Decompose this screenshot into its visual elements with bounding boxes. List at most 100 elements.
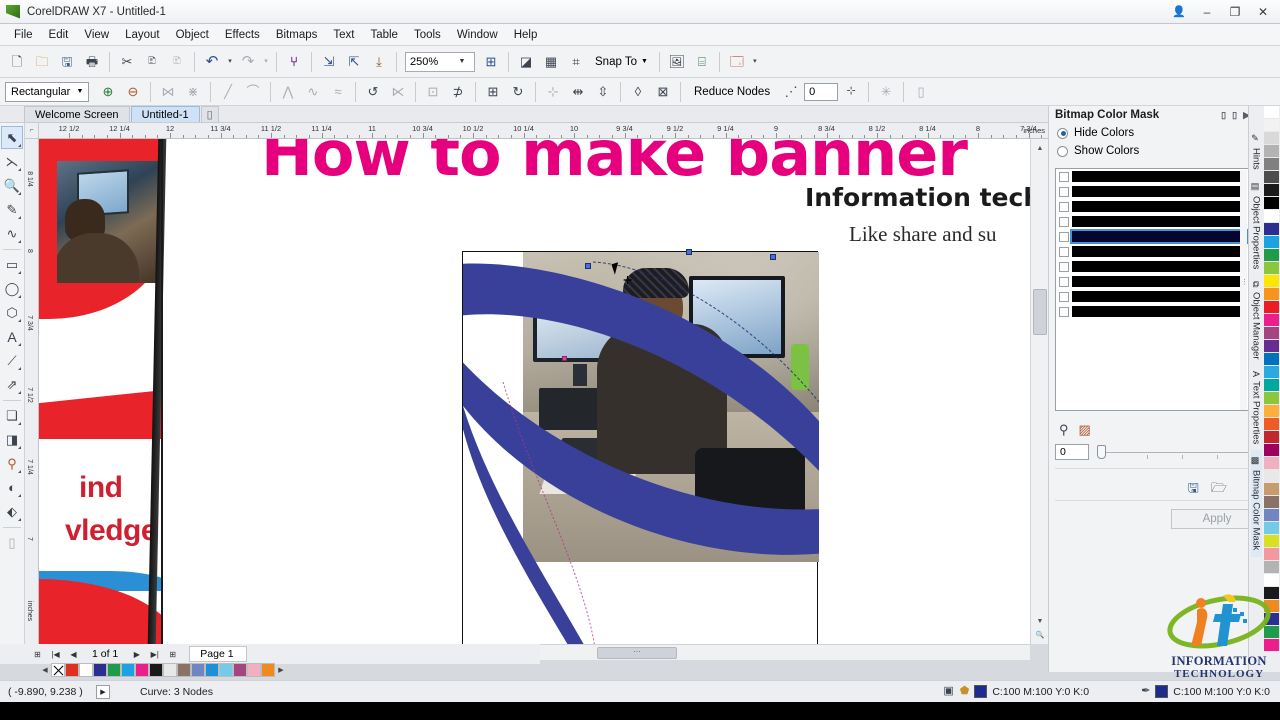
selected-artwork-frame[interactable]: ✛: [462, 249, 819, 644]
color-mask-checkbox[interactable]: [1059, 291, 1069, 302]
pick-tool[interactable]: ⬉: [1, 126, 23, 149]
color-eyedropper-tool[interactable]: ⚲: [1, 452, 23, 475]
smart-fill-tool[interactable]: ⬖: [1, 500, 23, 523]
save-mask-icon[interactable]: 🖫: [1188, 481, 1199, 494]
outline-color-swatch[interactable]: [1155, 685, 1169, 698]
tab-welcome-screen[interactable]: Welcome Screen: [24, 106, 130, 122]
color-mask-checkbox[interactable]: [1059, 276, 1069, 287]
transparency-tool[interactable]: ◨: [1, 428, 23, 451]
node-spinner[interactable]: ⊹: [839, 80, 863, 104]
vertical-palette-swatch[interactable]: [1264, 366, 1279, 379]
vertical-palette-swatch[interactable]: [1264, 587, 1279, 600]
vertical-palette-swatch[interactable]: [1264, 210, 1279, 223]
rotate-nodes-button[interactable]: ↻: [506, 80, 530, 104]
add-tab-button[interactable]: ▯: [200, 106, 219, 122]
color-list-scrollbar[interactable]: ⋮: [1240, 170, 1248, 410]
color-mask-swatch[interactable]: [1072, 291, 1247, 302]
vertical-palette-swatch[interactable]: [1264, 340, 1279, 353]
palette-prev-button[interactable]: ◀: [39, 663, 51, 677]
color-mask-list[interactable]: ⋮: [1055, 168, 1249, 411]
artistic-media-tool[interactable]: ∿: [1, 222, 23, 245]
docker-tab-text-properties[interactable]: A Text Properties: [1251, 365, 1262, 450]
add-node-button[interactable]: ⊕: [96, 80, 120, 104]
convert-to-line-button[interactable]: ╱: [216, 80, 240, 104]
drawing-canvas[interactable]: ind vledge How to make banner Informatio…: [39, 139, 1048, 644]
curve-node-top-right[interactable]: [770, 254, 776, 260]
palette-swatch[interactable]: [219, 663, 233, 677]
show-colors-option[interactable]: Show Colors: [1049, 142, 1254, 160]
undo-button[interactable]: ↶: [200, 50, 224, 74]
tolerance-slider[interactable]: [1097, 444, 1249, 460]
close-curve-button[interactable]: ⊅: [446, 80, 470, 104]
zoom-tool[interactable]: 🔍: [1, 174, 23, 197]
close-button[interactable]: ✕: [1250, 2, 1276, 22]
menu-file[interactable]: File: [6, 26, 41, 44]
color-mask-swatch[interactable]: [1072, 201, 1247, 212]
color-mask-row[interactable]: [1056, 304, 1248, 319]
color-mask-swatch[interactable]: [1072, 186, 1247, 197]
minimize-button[interactable]: –: [1194, 2, 1220, 22]
vertical-palette-swatch[interactable]: [1264, 561, 1279, 574]
import-button[interactable]: ⇲: [317, 50, 341, 74]
tagline-text[interactable]: Like share and su: [849, 222, 997, 247]
fill-color-swatch[interactable]: [974, 685, 988, 698]
reflect-vertical-button[interactable]: ⇳: [591, 80, 615, 104]
menu-window[interactable]: Window: [449, 26, 506, 44]
open-document-button[interactable]: 🗀: [30, 50, 54, 74]
vertical-palette-swatch[interactable]: [1264, 457, 1279, 470]
node-tracking-button[interactable]: ✳: [874, 80, 898, 104]
reduce-nodes-label[interactable]: Reduce Nodes: [686, 86, 778, 98]
color-mask-swatch[interactable]: [1070, 229, 1248, 244]
color-mask-row[interactable]: [1056, 184, 1248, 199]
application-launcher-icon[interactable]: ⌸: [690, 50, 714, 74]
color-mask-checkbox[interactable]: [1059, 171, 1069, 182]
chevron-down-icon[interactable]: ▼: [72, 88, 88, 95]
color-mask-row[interactable]: [1056, 229, 1248, 244]
open-mask-icon[interactable]: 🗁: [1211, 481, 1227, 494]
menu-layout[interactable]: Layout: [117, 26, 168, 44]
tab-untitled-1[interactable]: Untitled-1: [130, 106, 200, 122]
color-mask-row[interactable]: [1056, 169, 1248, 184]
vertical-palette-swatch[interactable]: [1264, 639, 1279, 652]
vertical-palette-swatch[interactable]: [1264, 288, 1279, 301]
color-mask-row[interactable]: [1056, 214, 1248, 229]
vertical-palette-swatch[interactable]: [1264, 509, 1279, 522]
vertical-palette-swatch[interactable]: [1264, 626, 1279, 639]
next-page-button[interactable]: ▶: [129, 647, 144, 662]
add-page-end-button[interactable]: ⊞: [165, 647, 180, 662]
restore-button[interactable]: ❐: [1222, 2, 1248, 22]
object-properties-button[interactable]: ▯: [909, 80, 933, 104]
zoom-levels-icon[interactable]: ⊞: [479, 50, 503, 74]
docker-tab-object-manager[interactable]: ⧉ Object Manager: [1251, 275, 1262, 365]
menu-help[interactable]: Help: [506, 26, 546, 44]
vertical-palette-swatch[interactable]: [1264, 132, 1279, 145]
color-mask-swatch[interactable]: [1072, 171, 1247, 182]
align-nodes-button[interactable]: ⊹: [541, 80, 565, 104]
color-mask-row[interactable]: [1056, 199, 1248, 214]
blue-swoosh-curve[interactable]: [463, 252, 819, 644]
palette-swatch[interactable]: [107, 663, 121, 677]
view-guidelines-icon[interactable]: ⌗: [564, 50, 588, 74]
polygon-tool[interactable]: ⬡: [1, 301, 23, 324]
vertical-palette-swatch[interactable]: [1264, 431, 1279, 444]
vertical-palette-swatch[interactable]: [1264, 145, 1279, 158]
palette-swatch[interactable]: [261, 663, 275, 677]
hide-colors-radio[interactable]: [1057, 127, 1068, 139]
menu-edit[interactable]: Edit: [41, 26, 77, 44]
tolerance-slider-knob[interactable]: [1097, 445, 1106, 459]
zoom-level-input[interactable]: [406, 52, 452, 71]
delete-node-button[interactable]: ⊖: [121, 80, 145, 104]
menu-bitmaps[interactable]: Bitmaps: [268, 26, 326, 44]
palette-swatch[interactable]: [233, 663, 247, 677]
edit-color-icon[interactable]: ▨: [1079, 423, 1091, 436]
drop-shadow-tool[interactable]: ❏: [1, 404, 23, 427]
ellipse-tool[interactable]: ◯: [1, 277, 23, 300]
color-mask-swatch[interactable]: [1072, 246, 1247, 257]
vertical-palette-swatch[interactable]: [1264, 327, 1279, 340]
search-content-button[interactable]: ⑂: [282, 50, 306, 74]
vertical-palette-swatch[interactable]: [1264, 522, 1279, 535]
make-node-cusp-button[interactable]: ⋀: [276, 80, 300, 104]
vertical-palette-swatch[interactable]: [1264, 483, 1279, 496]
node-count-field[interactable]: 0: [804, 82, 839, 101]
user-account-icon[interactable]: 👤: [1166, 2, 1192, 22]
